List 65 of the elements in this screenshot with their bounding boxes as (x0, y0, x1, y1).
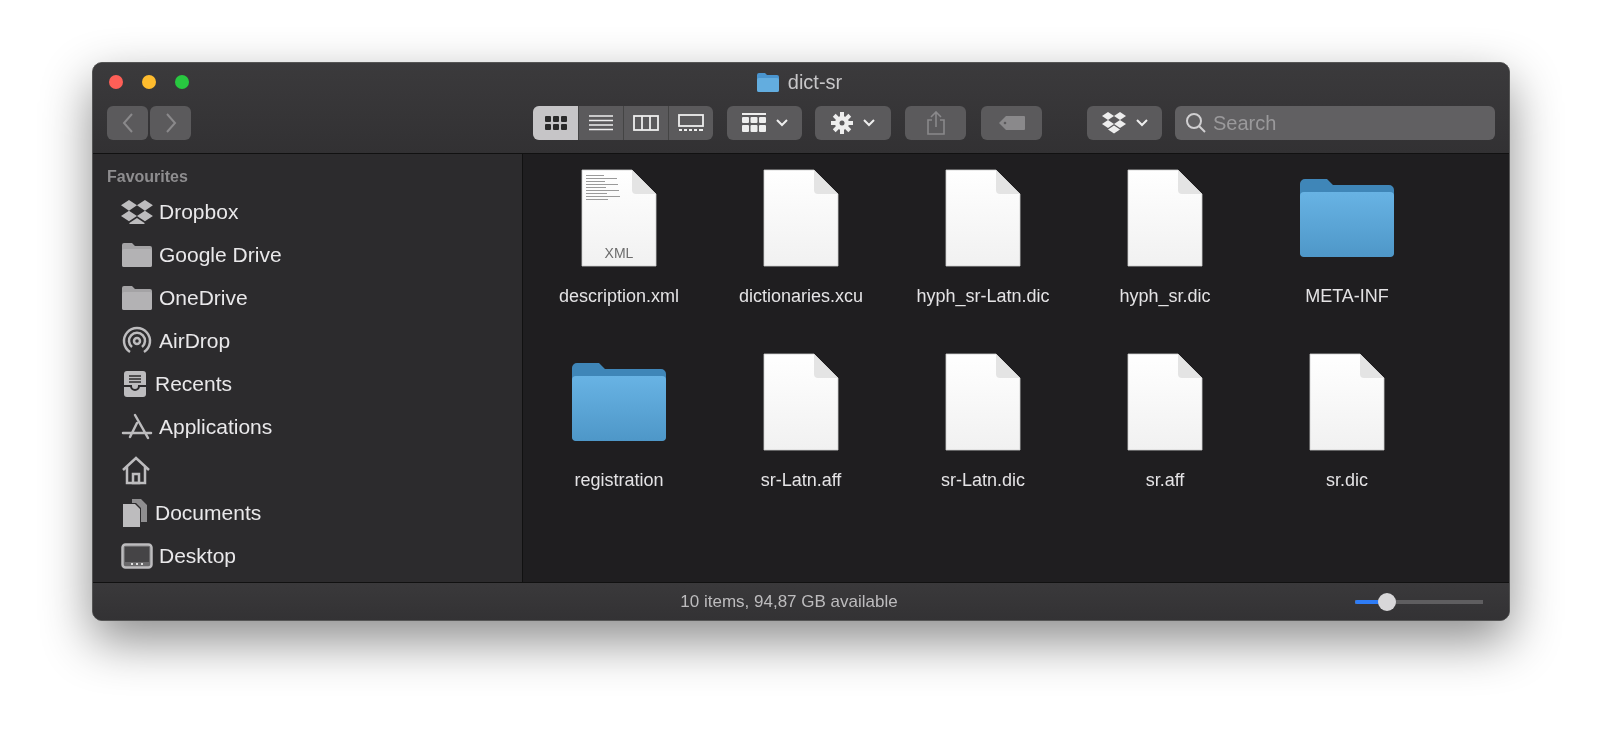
document-icon (945, 353, 1021, 451)
minimize-button[interactable] (142, 75, 156, 89)
slider-thumb[interactable] (1378, 592, 1396, 611)
file-item[interactable]: sr.aff (1074, 352, 1256, 536)
file-item[interactable]: sr-Latn.aff (710, 352, 892, 536)
back-button[interactable] (107, 106, 148, 140)
file-item[interactable]: sr.dic (1256, 352, 1438, 536)
sidebar-item[interactable]: AirDrop (107, 319, 522, 362)
dropbox-button[interactable] (1087, 106, 1162, 140)
action-button[interactable] (815, 106, 891, 140)
chevron-left-icon (121, 113, 134, 133)
folder-icon (571, 362, 667, 442)
file-item[interactable]: hyph_sr-Latn.dic (892, 168, 1074, 352)
gallery-icon (678, 114, 704, 132)
sidebar-item[interactable]: OneDrive (107, 276, 522, 319)
sidebar-item[interactable]: Google Drive (107, 233, 522, 276)
sidebar-item[interactable]: Recents (107, 362, 522, 405)
forward-button[interactable] (150, 106, 191, 140)
home-icon (121, 454, 151, 485)
sidebar-item[interactable]: Desktop (107, 534, 522, 577)
file-item[interactable]: dictionaries.xcu (710, 168, 892, 352)
inbox-icon (121, 369, 149, 398)
dropbox-icon (1101, 112, 1126, 134)
file-item[interactable]: XML description.xml (528, 168, 710, 352)
search-field[interactable]: Search (1175, 106, 1495, 140)
sidebar-item[interactable]: Applications (107, 405, 522, 448)
file-item[interactable]: META-INF (1256, 168, 1438, 352)
applications-icon (121, 412, 153, 441)
share-icon (925, 111, 946, 135)
document-icon (1127, 353, 1203, 451)
settings-icon (831, 112, 853, 134)
folder-icon (1299, 178, 1395, 258)
documents-icon (121, 497, 149, 528)
document-icon (945, 169, 1021, 267)
grid-icon (741, 113, 766, 133)
file-item[interactable]: hyph_sr.dic (1074, 168, 1256, 352)
dropbox-icon (121, 199, 153, 224)
folder-icon (121, 284, 153, 311)
sidebar-item[interactable]: Dropbox (107, 190, 522, 233)
file-item[interactable]: registration (528, 352, 710, 536)
columns-icon (633, 115, 659, 131)
chevron-down-icon (863, 119, 875, 127)
document-icon (763, 169, 839, 267)
chevron-right-icon (164, 113, 177, 133)
sidebar-item[interactable]: Documents (107, 491, 522, 534)
view-mode-button[interactable] (533, 106, 578, 140)
window-title: dict-sr (787, 70, 843, 94)
document-icon (1127, 169, 1203, 267)
grid-icon (544, 116, 567, 130)
sidebar-heading: Favourites (107, 168, 188, 186)
tag-icon (997, 115, 1026, 131)
close-button[interactable] (109, 75, 123, 89)
status-text: 10 items, 94,87 GB available (679, 591, 899, 612)
chevron-down-icon (775, 119, 788, 127)
folder-icon (121, 241, 153, 268)
desktop-icon (121, 542, 153, 569)
chevron-down-icon (1135, 119, 1148, 127)
file-item[interactable]: sr-Latn.dic (892, 352, 1074, 536)
document-icon (763, 353, 839, 451)
document-icon (1309, 353, 1385, 451)
list-icon (589, 115, 613, 131)
group-button[interactable] (727, 106, 802, 140)
xml-file-icon: XML (581, 169, 657, 267)
folder-icon (755, 72, 780, 92)
zoom-button[interactable] (175, 75, 189, 89)
